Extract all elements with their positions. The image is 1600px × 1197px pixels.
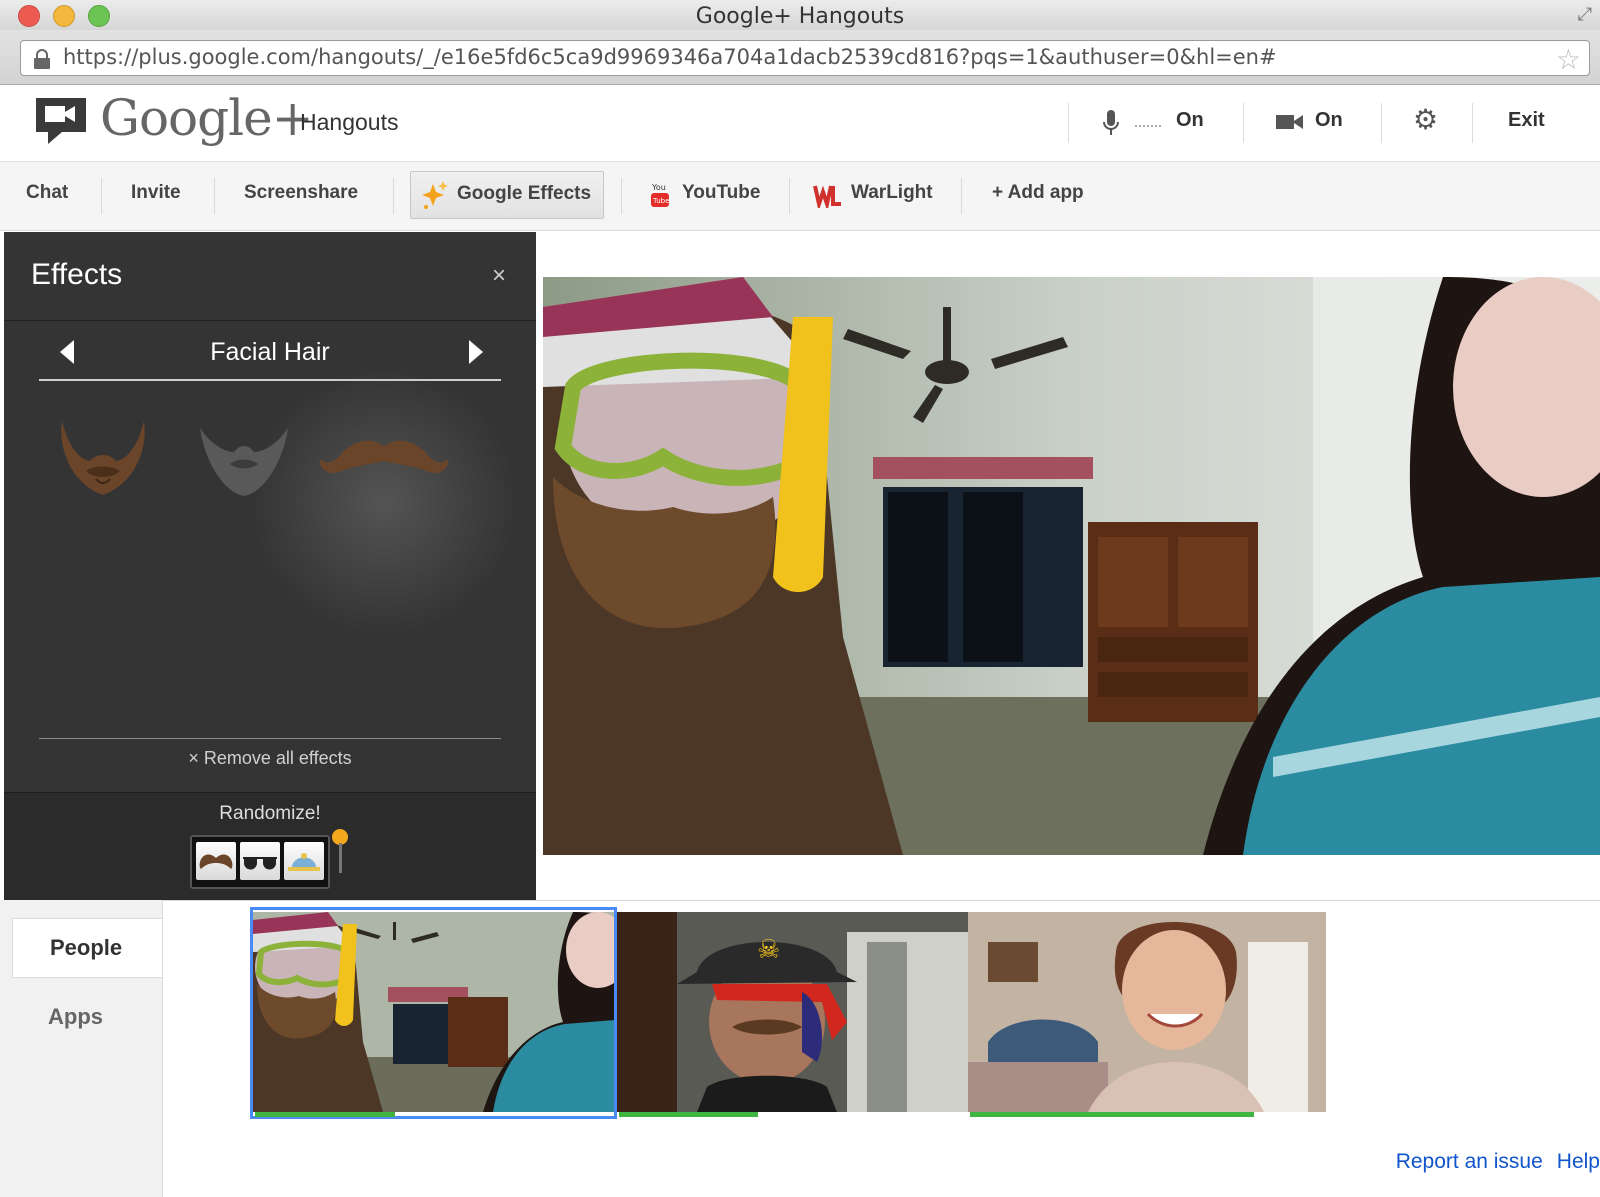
camera-icon[interactable] xyxy=(1275,113,1305,131)
mic-level-meter xyxy=(1135,125,1161,129)
window-title: Google+ Hangouts xyxy=(695,4,905,29)
settings-gear-icon[interactable]: ⚙ xyxy=(1413,103,1438,136)
sparkle-icon xyxy=(422,181,448,209)
effects-panel: Effects × Facial Hair × Remove all effec… xyxy=(4,232,536,901)
warlight-icon[interactable] xyxy=(813,182,843,208)
goatee-beard-effect-icon[interactable] xyxy=(196,422,292,498)
mic-toggle[interactable]: On xyxy=(1176,109,1204,132)
header-divider xyxy=(1068,103,1069,143)
slot-lever-stick xyxy=(339,843,342,873)
help-link[interactable]: Help xyxy=(1557,1150,1600,1173)
bottom-divider xyxy=(0,900,1600,901)
screenshare-button[interactable]: Screenshare xyxy=(244,182,358,204)
microphone-icon[interactable] xyxy=(1102,109,1120,137)
full-beard-effect-icon[interactable] xyxy=(56,417,150,497)
effects-panel-title: Effects xyxy=(31,258,123,291)
sidebar-tabs: People Apps xyxy=(0,900,163,1197)
participant-thumbnail-2[interactable]: ☠ xyxy=(617,912,968,1112)
main-video-image xyxy=(543,277,1600,855)
participant-3-video xyxy=(968,912,1326,1112)
toolbar-divider xyxy=(101,178,102,214)
toolbar-divider xyxy=(214,178,215,214)
hangout-app-toolbar: Chat Invite Screenshare Google Effects Y… xyxy=(0,162,1600,231)
toolbar-divider xyxy=(621,178,622,214)
youtube-icon[interactable]: You Tube xyxy=(650,181,670,209)
exit-button[interactable]: Exit xyxy=(1508,109,1545,132)
hangouts-logo-icon[interactable] xyxy=(34,95,88,145)
next-category-arrow-icon[interactable] xyxy=(469,340,483,364)
participant-thumbnail-3[interactable] xyxy=(968,912,1326,1112)
warlight-app-button[interactable]: WarLight xyxy=(851,182,933,204)
randomize-label: Randomize! xyxy=(219,803,321,824)
svg-text:You: You xyxy=(651,183,666,192)
slot-reel xyxy=(196,842,236,880)
window-titlebar: Google+ Hangouts ⤢ xyxy=(0,0,1600,31)
mustache-icon xyxy=(199,854,233,869)
header-divider xyxy=(1472,103,1473,143)
tab-people-label: People xyxy=(50,935,123,960)
tab-people[interactable]: People xyxy=(12,918,162,978)
product-name: Hangouts xyxy=(300,109,399,135)
fullscreen-icon[interactable]: ⤢ xyxy=(1578,4,1592,25)
participant-2-video: ☠ xyxy=(617,912,968,1112)
randomize-slot-machine[interactable] xyxy=(190,835,330,889)
invite-button[interactable]: Invite xyxy=(131,182,181,204)
chat-button[interactable]: Chat xyxy=(26,182,68,204)
address-bar-row: https://plus.google.com/hangouts/_/e16e5… xyxy=(0,30,1600,85)
sunglasses-icon xyxy=(243,857,277,870)
report-issue-link[interactable]: Report an issue xyxy=(1396,1150,1543,1173)
toolbar-divider xyxy=(789,178,790,214)
tab-apps[interactable]: Apps xyxy=(48,1004,103,1030)
bookmark-star-icon[interactable]: ☆ xyxy=(1556,43,1581,76)
toolbar-divider xyxy=(961,178,962,214)
slot-reel xyxy=(284,842,324,880)
lock-icon xyxy=(34,49,50,69)
address-bar[interactable]: https://plus.google.com/hangouts/_/e16e5… xyxy=(20,40,1590,76)
footer-links: Report an issue Help xyxy=(1382,1150,1600,1174)
hat-icon xyxy=(288,853,320,871)
panel-divider xyxy=(4,320,536,321)
selected-participant-frame xyxy=(250,907,617,1119)
camera-toggle[interactable]: On xyxy=(1315,109,1343,132)
add-app-button[interactable]: + Add app xyxy=(992,182,1084,204)
header-divider xyxy=(1243,103,1244,143)
toolbar-divider xyxy=(393,178,394,214)
app-header: Google+ Hangouts On On ⚙ Exit xyxy=(0,85,1600,162)
participant-3-volume-bar xyxy=(970,1112,1254,1117)
selected-effect-highlight xyxy=(249,367,519,637)
participant-2-volume-bar xyxy=(619,1112,758,1117)
google-effects-button[interactable]: Google Effects xyxy=(410,171,604,219)
header-divider xyxy=(1381,103,1382,143)
url-text[interactable]: https://plus.google.com/hangouts/_/e16e5… xyxy=(63,45,1277,69)
google-effects-label: Google Effects xyxy=(457,183,592,204)
panel-divider xyxy=(39,738,501,739)
main-video-feed[interactable] xyxy=(543,277,1600,855)
randomize-section: Randomize! xyxy=(4,792,536,901)
skull-crossbones-icon: ☠ xyxy=(757,935,780,965)
svg-text:Tube: Tube xyxy=(652,197,669,205)
google-plus-brand[interactable]: Google+ xyxy=(100,89,314,147)
youtube-app-button[interactable]: YouTube xyxy=(682,182,760,204)
handlebar-mustache-effect-icon[interactable] xyxy=(316,435,452,479)
participant-1-volume-bar xyxy=(255,1112,395,1117)
curtain-valance xyxy=(873,457,1093,479)
close-effects-button[interactable]: × xyxy=(492,262,506,290)
remove-all-effects-button[interactable]: × Remove all effects xyxy=(4,748,536,769)
slot-reel xyxy=(240,842,280,880)
effects-category-title: Facial Hair xyxy=(210,338,330,366)
